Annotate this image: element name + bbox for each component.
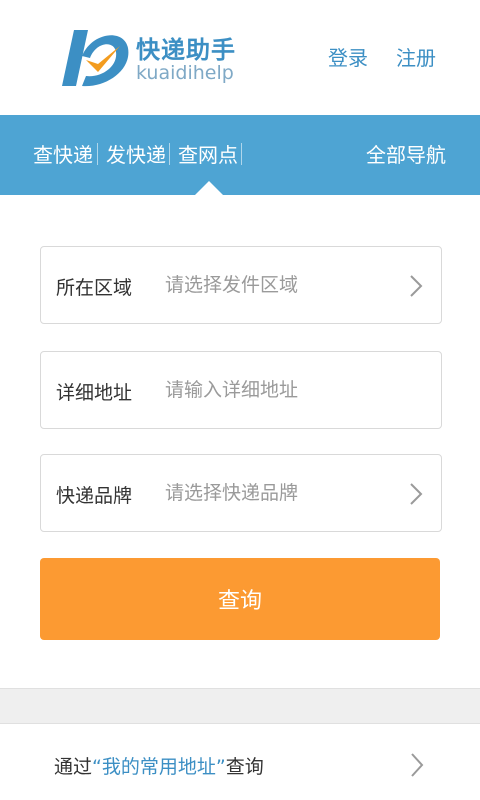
login-link[interactable]: 登录 [328, 42, 368, 71]
register-link[interactable]: 注册 [396, 42, 436, 71]
common-address-text: 通过“我的常用地址”查询 [54, 752, 264, 779]
chevron-right-icon [410, 275, 423, 297]
chevron-right-icon [410, 483, 423, 505]
brand-input[interactable] [165, 475, 385, 511]
nav-all-navigation[interactable]: 全部导航 [366, 139, 446, 168]
common-address-suffix: 查询 [225, 756, 264, 778]
logo-subtitle: kuaidihelp [136, 62, 234, 84]
header: 快递助手 kuaidihelp 登录 注册 [0, 0, 480, 115]
detail-address-input[interactable] [165, 372, 385, 408]
brand-label: 快递品牌 [56, 485, 133, 507]
nav-separator [169, 143, 170, 165]
detail-address-row[interactable]: 详细地址 [40, 351, 442, 429]
nav-separator [241, 143, 242, 165]
active-tab-pointer [195, 181, 223, 195]
common-address-highlight: “我的常用地址” [92, 756, 226, 778]
kuaidi-logo-icon [62, 30, 129, 87]
common-address-prefix: 通过 [54, 756, 93, 778]
logo-title: 快递助手 [136, 36, 236, 64]
area-select-row[interactable]: 所在区域 [40, 246, 442, 324]
nav-tab-send-express[interactable]: 发快递 [106, 139, 166, 168]
brand-select-row[interactable]: 快递品牌 [40, 454, 442, 532]
area-input[interactable] [165, 267, 385, 303]
detail-address-label: 详细地址 [56, 382, 133, 404]
nav-tab-track-express[interactable]: 查快递 [33, 139, 93, 168]
common-address-query-row[interactable]: 通过“我的常用地址”查询 [0, 724, 480, 800]
area-label: 所在区域 [56, 277, 133, 299]
nav-separator [97, 143, 98, 165]
app-logo[interactable]: 快递助手 kuaidihelp [52, 22, 235, 92]
query-button[interactable]: 查询 [40, 558, 440, 640]
nav-tab-find-outlets[interactable]: 查网点 [178, 139, 238, 168]
section-divider [0, 688, 480, 724]
chevron-right-icon [411, 753, 424, 777]
nav-bar: 查快递 发快递 查网点 全部导航 [0, 115, 480, 195]
